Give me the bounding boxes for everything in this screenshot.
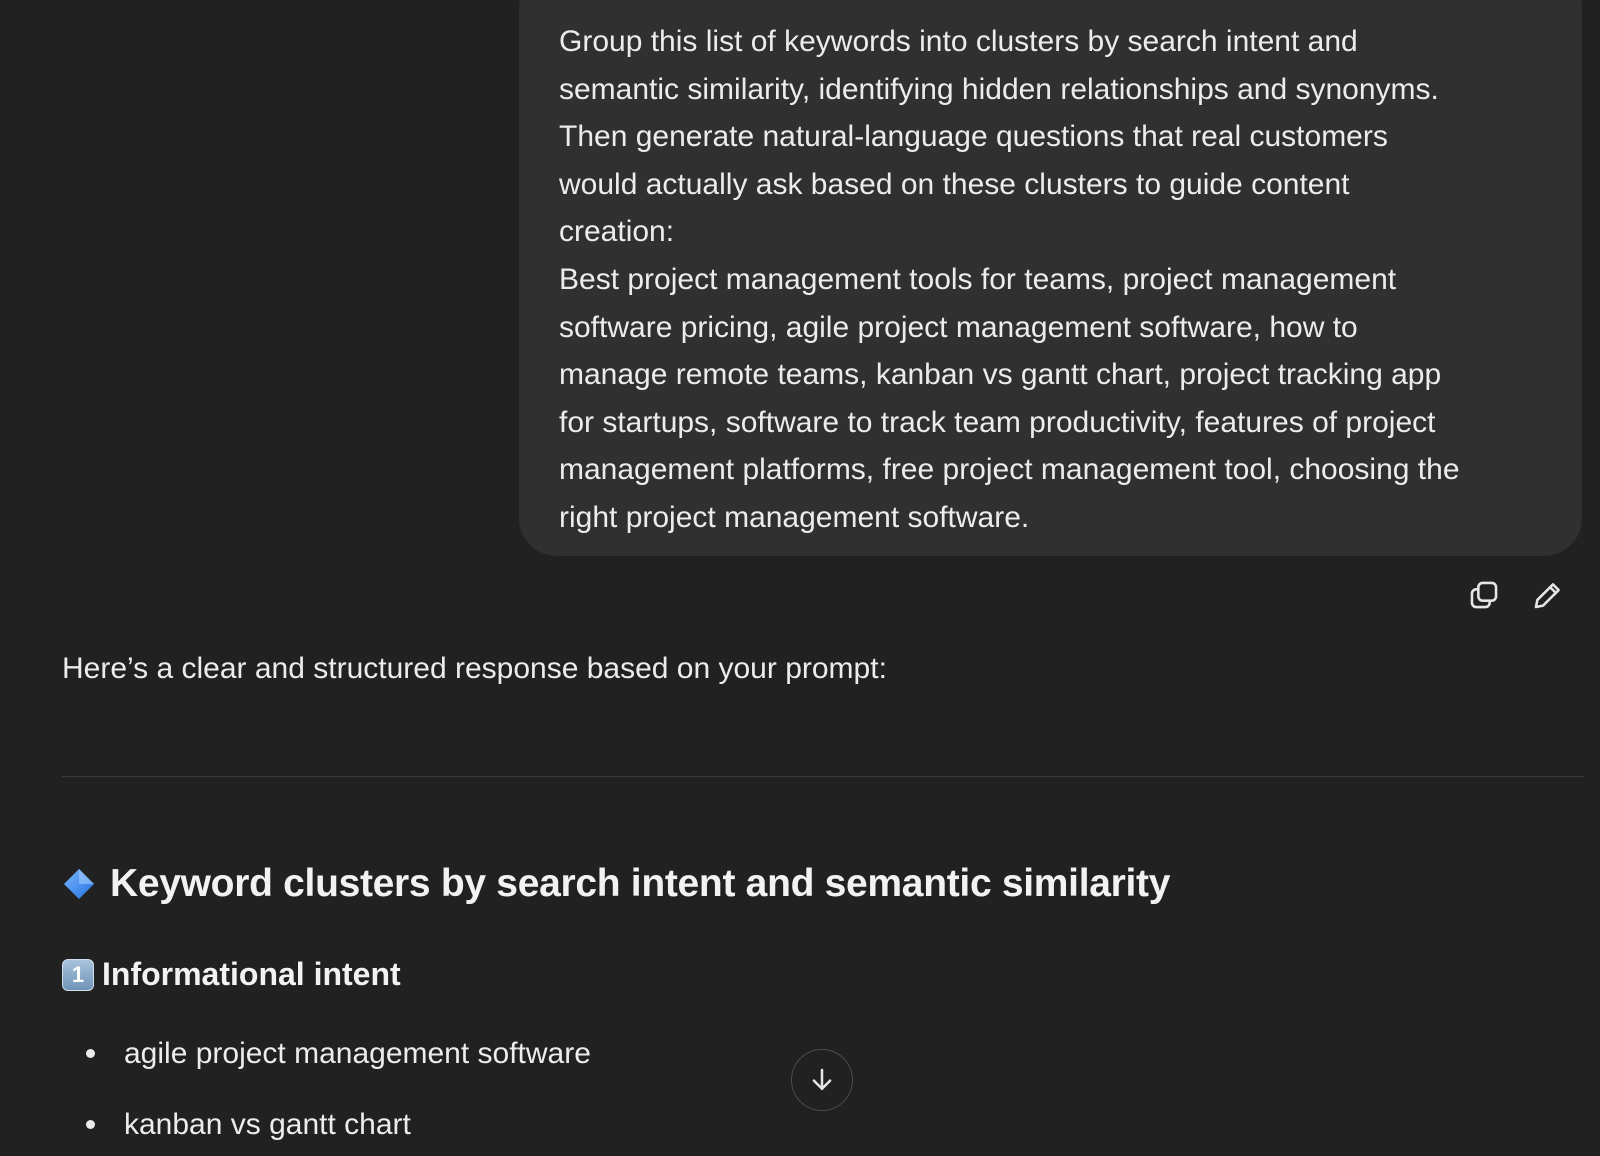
section-heading-text: Keyword clusters by search intent and se… <box>110 862 1171 905</box>
user-message-line: management platforms, free project manag… <box>559 453 1460 487</box>
list-item: agile project management software <box>86 1018 591 1089</box>
list-item-text: agile project management software <box>124 1037 591 1070</box>
user-message-line: Then generate natural-language questions… <box>559 120 1388 154</box>
copy-button[interactable] <box>1465 576 1503 614</box>
user-message-line: for startups, software to track team pro… <box>559 405 1436 439</box>
blue-diamond-icon <box>64 869 94 899</box>
keyword-list: agile project management software kanban… <box>86 1018 591 1156</box>
subsection-heading: 1 Informational intent <box>62 956 401 993</box>
user-message-text: Group this list of keywords into cluster… <box>559 18 1542 542</box>
keycap-1-icon: 1 <box>62 958 94 991</box>
user-message-line: would actually ask based on these cluste… <box>559 167 1350 201</box>
user-message-bubble: Group this list of keywords into cluster… <box>519 0 1582 556</box>
user-message-line: Group this list of keywords into cluster… <box>559 25 1358 58</box>
user-message-line: manage remote teams, kanban vs gantt cha… <box>559 358 1442 392</box>
section-heading: Keyword clusters by search intent and se… <box>62 862 1170 906</box>
copy-icon <box>1470 581 1498 609</box>
list-item-text: kanban vs gantt chart <box>124 1108 411 1141</box>
edit-button[interactable] <box>1529 576 1567 614</box>
pencil-icon <box>1534 583 1560 609</box>
user-message-line: creation: <box>559 215 675 249</box>
list-item: kanban vs gantt chart <box>86 1089 591 1156</box>
bullet-icon <box>86 1049 95 1058</box>
subsection-heading-text: Informational intent <box>102 956 401 992</box>
user-message-line: right project management software. <box>559 500 1030 534</box>
divider <box>62 776 1584 777</box>
user-message-actions <box>1465 576 1567 614</box>
user-message-line: software pricing, agile project manageme… <box>559 310 1358 344</box>
bullet-icon <box>86 1120 95 1129</box>
assistant-intro: Here’s a clear and structured response b… <box>62 652 887 685</box>
user-message-line: Best project management tools for teams,… <box>559 262 1397 296</box>
user-message-line: semantic similarity, identifying hidden … <box>559 72 1439 106</box>
scroll-to-bottom-button[interactable] <box>791 1049 853 1111</box>
arrow-down-icon <box>812 1068 832 1090</box>
